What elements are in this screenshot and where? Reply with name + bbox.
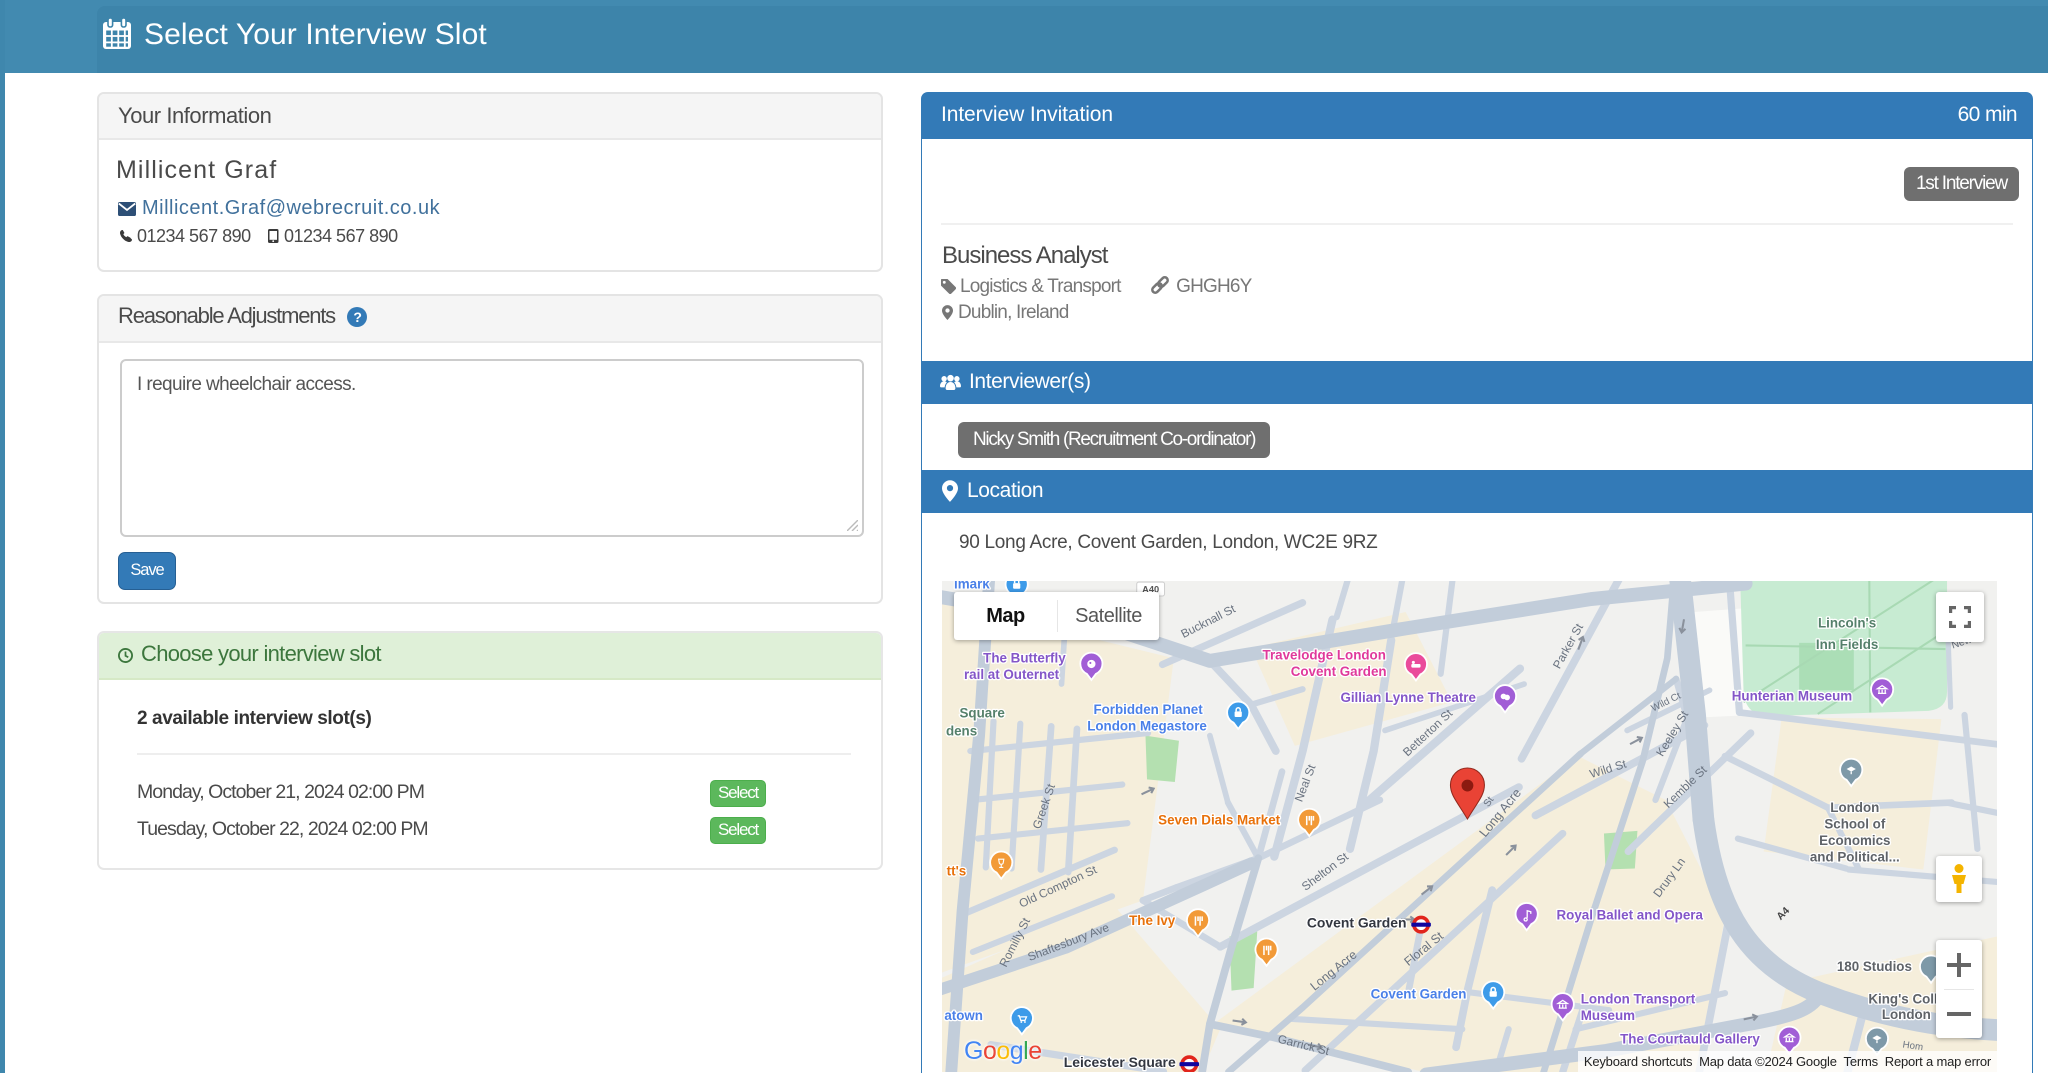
svg-text:Royal Ballet and Opera: Royal Ballet and Opera bbox=[1556, 907, 1703, 922]
svg-text:imark: imark bbox=[954, 581, 990, 591]
svg-text:Seven Dials Market: Seven Dials Market bbox=[1158, 813, 1280, 828]
svg-text:Covent Garden: Covent Garden bbox=[1307, 915, 1407, 931]
svg-text:and Political...: and Political... bbox=[1810, 849, 1900, 864]
svg-text:Inn Fields: Inn Fields bbox=[1816, 637, 1878, 652]
svg-text:The Butterfly: The Butterfly bbox=[983, 650, 1066, 665]
svg-text:Hunterian Museum: Hunterian Museum bbox=[1732, 689, 1852, 704]
svg-text:London Megastore: London Megastore bbox=[1087, 718, 1207, 733]
svg-text:atown: atown bbox=[944, 1008, 983, 1023]
svg-text:Gillian Lynne Theatre: Gillian Lynne Theatre bbox=[1340, 690, 1476, 705]
svg-text:180 Studios: 180 Studios bbox=[1837, 959, 1912, 974]
svg-text:School of: School of bbox=[1824, 816, 1885, 831]
svg-text:rail at Outernet: rail at Outernet bbox=[964, 667, 1060, 682]
svg-text:Lincoln's: Lincoln's bbox=[1818, 615, 1876, 630]
svg-text:London Transport: London Transport bbox=[1581, 991, 1696, 1006]
svg-text:The Courtauld Gallery: The Courtauld Gallery bbox=[1620, 1032, 1760, 1047]
svg-text:Economics: Economics bbox=[1819, 833, 1890, 848]
svg-text:?: ? bbox=[353, 309, 361, 325]
svg-text:Forbidden Planet: Forbidden Planet bbox=[1093, 702, 1203, 717]
svg-text:The Ivy: The Ivy bbox=[1129, 913, 1176, 928]
svg-text:Travelodge London: Travelodge London bbox=[1263, 647, 1386, 662]
svg-text:Museum: Museum bbox=[1581, 1008, 1635, 1023]
svg-text:tt's: tt's bbox=[947, 864, 967, 879]
svg-text:Square: Square bbox=[960, 706, 1005, 721]
svg-text:Covent Garden: Covent Garden bbox=[1371, 986, 1467, 1001]
svg-text:London: London bbox=[1830, 800, 1879, 815]
svg-text:dens: dens bbox=[946, 724, 977, 739]
svg-text:London: London bbox=[1882, 1007, 1931, 1022]
svg-text:Covent Garden: Covent Garden bbox=[1291, 664, 1387, 679]
svg-text:Leicester Square: Leicester Square bbox=[1064, 1054, 1176, 1070]
